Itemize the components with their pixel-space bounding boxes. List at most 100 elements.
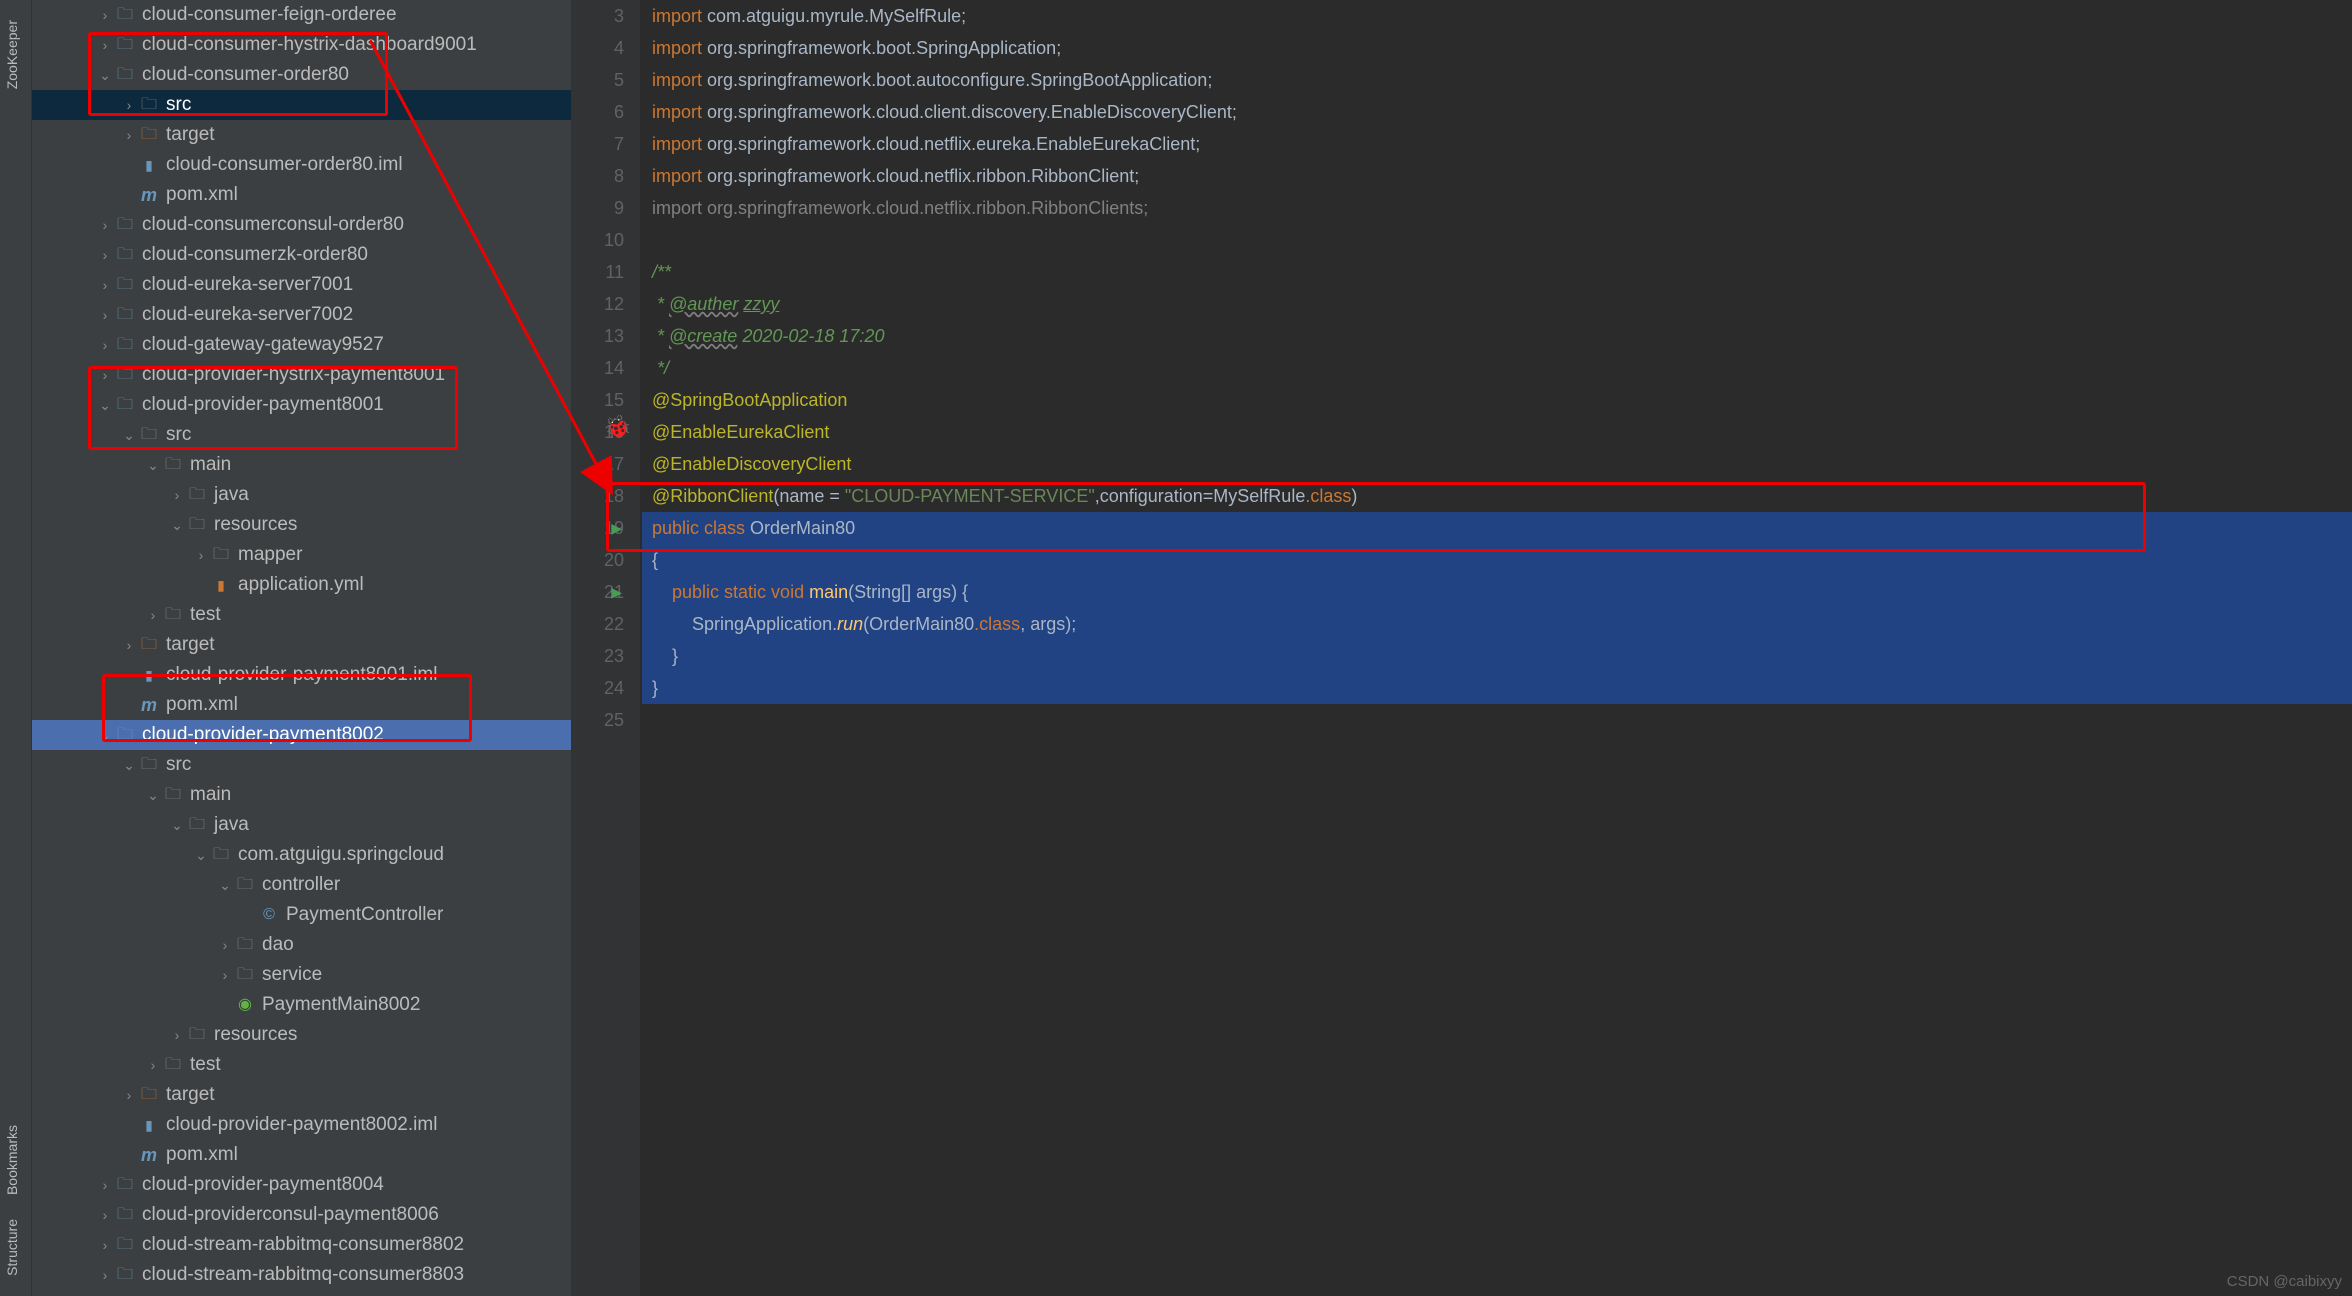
- tree-item[interactable]: cloud-consumer-order80: [32, 60, 571, 90]
- expand-arrow-icon[interactable]: [168, 810, 186, 840]
- expand-arrow-icon[interactable]: [96, 720, 114, 750]
- expand-arrow-icon[interactable]: [144, 600, 162, 630]
- code-line[interactable]: /**: [642, 256, 2352, 288]
- tree-item[interactable]: cloud-gateway-gateway9527: [32, 330, 571, 360]
- tree-item[interactable]: cloud-eureka-server7002: [32, 300, 571, 330]
- tree-item[interactable]: cloud-provider-payment8004: [32, 1170, 571, 1200]
- tree-item[interactable]: java: [32, 810, 571, 840]
- code-line[interactable]: import org.springframework.cloud.netflix…: [642, 192, 2352, 224]
- expand-arrow-icon[interactable]: [96, 300, 114, 330]
- tree-item[interactable]: application.yml: [32, 570, 571, 600]
- expand-arrow-icon[interactable]: [168, 510, 186, 540]
- tree-item[interactable]: cloud-providerconsul-payment8006: [32, 1200, 571, 1230]
- tree-item[interactable]: cloud-provider-payment8001.iml: [32, 660, 571, 690]
- expand-arrow-icon[interactable]: [96, 210, 114, 240]
- code-line[interactable]: import org.springframework.cloud.netflix…: [642, 128, 2352, 160]
- expand-arrow-icon[interactable]: [120, 750, 138, 780]
- code-line[interactable]: @EnableDiscoveryClient: [642, 448, 2352, 480]
- tree-item[interactable]: target: [32, 120, 571, 150]
- tree-item[interactable]: java: [32, 480, 571, 510]
- code-line[interactable]: SpringApplication.run(OrderMain80.class,…: [642, 608, 2352, 640]
- expand-arrow-icon[interactable]: [168, 1020, 186, 1050]
- code-line[interactable]: @EnableEurekaClient: [642, 416, 2352, 448]
- expand-arrow-icon[interactable]: [120, 1080, 138, 1110]
- code-line[interactable]: */: [642, 352, 2352, 384]
- sidetab-zookeeper[interactable]: ZooKeeper: [0, 8, 24, 101]
- code-line[interactable]: {: [642, 544, 2352, 576]
- expand-arrow-icon[interactable]: [120, 420, 138, 450]
- code-line[interactable]: import org.springframework.boot.autoconf…: [642, 64, 2352, 96]
- tree-item[interactable]: target: [32, 1080, 571, 1110]
- expand-arrow-icon[interactable]: [192, 840, 210, 870]
- tree-item[interactable]: resources: [32, 1020, 571, 1050]
- code-line[interactable]: @RibbonClient(name = "CLOUD-PAYMENT-SERV…: [642, 480, 2352, 512]
- tree-item[interactable]: PaymentMain8002: [32, 990, 571, 1020]
- tree-item[interactable]: controller: [32, 870, 571, 900]
- expand-arrow-icon[interactable]: [144, 780, 162, 810]
- tree-item[interactable]: cloud-provider-payment8002: [32, 720, 571, 750]
- tree-item[interactable]: test: [32, 1050, 571, 1080]
- expand-arrow-icon[interactable]: [96, 60, 114, 90]
- code-line[interactable]: [642, 704, 2352, 736]
- expand-arrow-icon[interactable]: [96, 1260, 114, 1290]
- code-line[interactable]: import com.atguigu.myrule.MySelfRule;: [642, 0, 2352, 32]
- tree-item[interactable]: pom.xml: [32, 180, 571, 210]
- tree-item[interactable]: test: [32, 600, 571, 630]
- expand-arrow-icon[interactable]: [96, 0, 114, 30]
- tree-item[interactable]: pom.xml: [32, 1140, 571, 1170]
- expand-arrow-icon[interactable]: [96, 330, 114, 360]
- tree-item[interactable]: src: [32, 420, 571, 450]
- tree-item[interactable]: cloud-consumerzk-order80: [32, 240, 571, 270]
- tree-item[interactable]: cloud-consumer-order80.iml: [32, 150, 571, 180]
- expand-arrow-icon[interactable]: [144, 1050, 162, 1080]
- tree-item[interactable]: mapper: [32, 540, 571, 570]
- run-gutter-icon[interactable]: ▶: [611, 576, 622, 608]
- expand-arrow-icon[interactable]: [96, 240, 114, 270]
- expand-arrow-icon[interactable]: [96, 270, 114, 300]
- expand-arrow-icon[interactable]: [216, 930, 234, 960]
- tree-item[interactable]: cloud-provider-payment8001: [32, 390, 571, 420]
- project-tree[interactable]: cloud-consumer-feign-ordereecloud-consum…: [32, 0, 572, 1296]
- expand-arrow-icon[interactable]: [120, 120, 138, 150]
- tree-item[interactable]: cloud-consumer-hystrix-dashboard9001: [32, 30, 571, 60]
- tree-item[interactable]: cloud-consumer-feign-orderee: [32, 0, 571, 30]
- expand-arrow-icon[interactable]: [216, 960, 234, 990]
- expand-arrow-icon[interactable]: [120, 630, 138, 660]
- code-line[interactable]: * @create 2020-02-18 17:20: [642, 320, 2352, 352]
- tree-item[interactable]: cloud-stream-rabbitmq-consumer8802: [32, 1230, 571, 1260]
- expand-arrow-icon[interactable]: [216, 870, 234, 900]
- code-line[interactable]: }: [642, 640, 2352, 672]
- tree-item[interactable]: resources: [32, 510, 571, 540]
- expand-arrow-icon[interactable]: [96, 390, 114, 420]
- tree-item[interactable]: pom.xml: [32, 690, 571, 720]
- code-line[interactable]: import org.springframework.cloud.client.…: [642, 96, 2352, 128]
- tree-item[interactable]: cloud-consumerconsul-order80: [32, 210, 571, 240]
- code-line[interactable]: }: [642, 672, 2352, 704]
- code-line[interactable]: import org.springframework.cloud.netflix…: [642, 160, 2352, 192]
- expand-arrow-icon[interactable]: [96, 1170, 114, 1200]
- expand-arrow-icon[interactable]: [96, 1230, 114, 1260]
- expand-arrow-icon[interactable]: [120, 90, 138, 120]
- tree-item[interactable]: PaymentController: [32, 900, 571, 930]
- expand-arrow-icon[interactable]: [192, 540, 210, 570]
- sidetab-structure[interactable]: Structure: [0, 1207, 24, 1288]
- code-line[interactable]: import org.springframework.boot.SpringAp…: [642, 32, 2352, 64]
- tree-item[interactable]: service: [32, 960, 571, 990]
- tree-item[interactable]: cloud-stream-rabbitmq-provider8801: [32, 1290, 571, 1296]
- expand-arrow-icon[interactable]: [96, 360, 114, 390]
- code-line[interactable]: [642, 224, 2352, 256]
- code-editor[interactable]: 345678910111213141516171819▶2021▶2223242…: [572, 0, 2352, 1296]
- tree-item[interactable]: dao: [32, 930, 571, 960]
- code-area[interactable]: import com.atguigu.myrule.MySelfRule;imp…: [640, 0, 2352, 1296]
- expand-arrow-icon[interactable]: [96, 1290, 114, 1296]
- expand-arrow-icon[interactable]: [96, 30, 114, 60]
- tree-item[interactable]: cloud-provider-payment8002.iml: [32, 1110, 571, 1140]
- tree-item[interactable]: cloud-eureka-server7001: [32, 270, 571, 300]
- run-gutter-icon[interactable]: ▶: [611, 512, 622, 544]
- tree-item[interactable]: cloud-provider-hystrix-payment8001: [32, 360, 571, 390]
- tree-item[interactable]: cloud-stream-rabbitmq-consumer8803: [32, 1260, 571, 1290]
- tree-item[interactable]: src: [32, 90, 571, 120]
- tree-item[interactable]: main: [32, 780, 571, 810]
- expand-arrow-icon[interactable]: [144, 450, 162, 480]
- expand-arrow-icon[interactable]: [96, 1200, 114, 1230]
